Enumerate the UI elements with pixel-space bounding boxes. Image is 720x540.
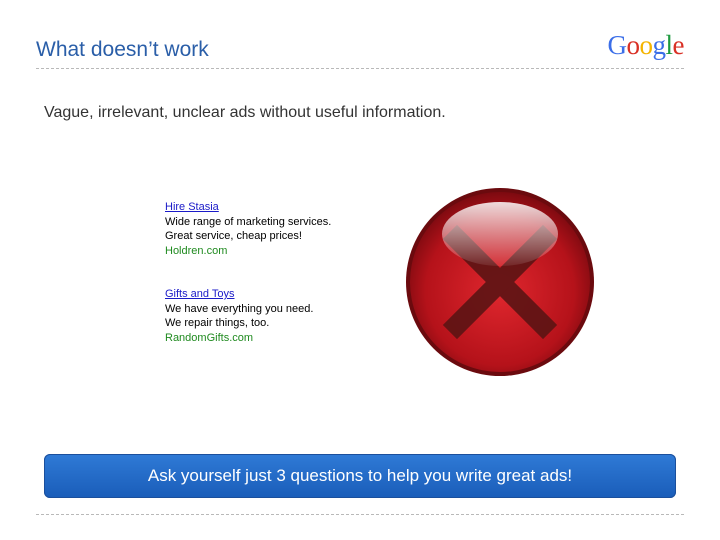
logo-letter: l: [665, 30, 674, 60]
top-divider: [36, 68, 684, 69]
logo-letter: e: [672, 30, 685, 60]
red-x-icon: [406, 188, 594, 376]
logo-letter: g: [652, 30, 667, 60]
ad-description-line: Wide range of marketing services.: [165, 215, 332, 228]
banner-text: Ask yourself just 3 questions to help yo…: [147, 466, 573, 485]
ad-description-line: Great service, cheap prices!: [165, 230, 302, 242]
logo-letter: G: [607, 30, 628, 60]
ad-description-line: We repair things, too.: [165, 317, 270, 329]
ad-display-url: RandomGifts.com: [165, 331, 254, 344]
slide-title: What doesn’t work: [36, 38, 209, 61]
example-ad: Gifts and Toys We have everything you ne…: [165, 287, 313, 345]
logo-letter: o: [639, 30, 654, 60]
call-to-action-banner: Ask yourself just 3 questions to help yo…: [44, 454, 676, 498]
logo-letter: o: [626, 30, 641, 60]
ad-headline-link[interactable]: Hire Stasia: [165, 200, 331, 215]
bottom-divider: [36, 514, 684, 515]
ad-headline-link[interactable]: Gifts and Toys: [165, 287, 313, 302]
google-logo: Google: [608, 30, 685, 61]
example-ad: Hire Stasia Wide range of marketing serv…: [165, 200, 331, 258]
slide-subtitle: Vague, irrelevant, unclear ads without u…: [44, 104, 446, 121]
ad-description-line: We have everything you need.: [165, 302, 314, 315]
ad-display-url: Holdren.com: [165, 244, 228, 257]
